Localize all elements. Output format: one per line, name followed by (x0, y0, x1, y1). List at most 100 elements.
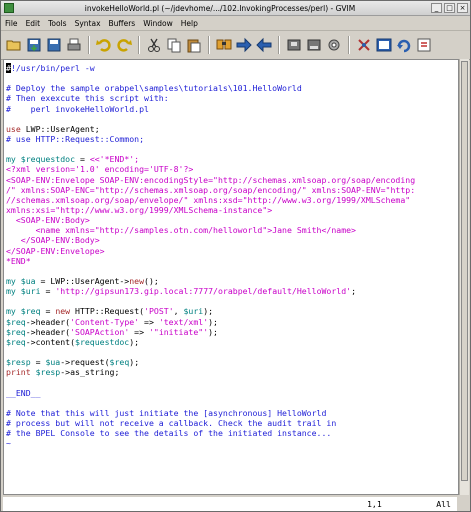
shell-icon[interactable] (375, 37, 392, 54)
code-token: <name xmlns="http://samples.otn.com/hell… (6, 225, 273, 236)
code-line: print $resp->as_string; (6, 367, 458, 377)
code-token: Jane Smith (272, 225, 322, 236)
code-line: <?xml version='1.0' encoding='UTF-8'?> (6, 164, 458, 174)
code-token: # Deploy the sample orabpel\samples\tuto… (6, 83, 302, 94)
toolbar-separator (88, 36, 90, 54)
code-buffer[interactable]: #!/usr/bin/perl -w # Deploy the sample o… (4, 60, 458, 448)
code-line: /" xmlns:SOAP-ENC="http://schemas.xmlsoa… (6, 185, 458, 195)
code-token: $req (6, 326, 26, 337)
code-line: </SOAP-ENV:Envelope> (6, 246, 458, 256)
code-token: = (30, 357, 46, 368)
menu-buffers[interactable]: Buffers (109, 19, 136, 28)
menu-file[interactable]: File (5, 19, 18, 28)
code-line: my $req = new HTTP::Request('POST', $uri… (6, 306, 458, 316)
code-line: # use HTTP::Request::Common; (6, 134, 458, 144)
maximize-button[interactable]: □ (444, 3, 455, 13)
code-line: xmlns:xsi="http://www.w3.org/1999/XMLSch… (6, 205, 458, 215)
code-line: </SOAP-ENV:Body> (6, 235, 458, 245)
code-token: # use HTTP::Request::Common; (6, 133, 145, 144)
cut-icon[interactable] (145, 37, 162, 54)
make-icon[interactable] (355, 37, 372, 54)
find-replace-icon[interactable] (215, 37, 232, 54)
code-token: use (6, 123, 21, 134)
ctags-icon[interactable] (395, 37, 412, 54)
title-bar[interactable]: invokeHelloWorld.pl (~/jdevhome/.../102.… (1, 1, 470, 16)
scroll-percent: All (436, 499, 451, 509)
load-session-icon[interactable] (285, 37, 302, 54)
code-token: => (139, 316, 159, 327)
code-token: ->request( (60, 357, 110, 368)
redo-icon[interactable] (115, 37, 132, 54)
code-line: use LWP::UserAgent; (6, 124, 458, 134)
code-token: $req (6, 336, 26, 347)
code-token: $resp (35, 367, 61, 378)
menu-help[interactable]: Help (181, 19, 198, 28)
code-token: $req (6, 316, 26, 327)
run-script-icon[interactable] (325, 37, 342, 54)
code-token: new (129, 275, 145, 286)
code-line: # Then exexcute this script with: (6, 93, 458, 103)
code-token: <SOAP-ENV:Body> (6, 215, 90, 226)
find-next-icon[interactable] (235, 37, 252, 54)
toolbar-separator (348, 36, 350, 54)
code-line: my $requestdoc = <<'*END*'; (6, 154, 458, 164)
code-line: $req->header('Content-Type' => 'text/xml… (6, 317, 458, 327)
code-line: my $ua = LWP::UserAgent->new(); (6, 276, 458, 286)
code-token: my $requestdoc (6, 154, 76, 165)
code-token: = (40, 306, 56, 317)
undo-icon[interactable] (95, 37, 112, 54)
close-button[interactable]: × (457, 3, 468, 13)
paste-icon[interactable] (185, 37, 202, 54)
help-icon[interactable] (415, 37, 432, 54)
code-line: //schemas.xmlsoap.org/soap/envelope/" xm… (6, 195, 458, 205)
code-line: ~ (6, 438, 458, 448)
print-icon[interactable] (65, 37, 82, 54)
code-token: xmlns:xsi="http://www.w3.org/1999/XMLSch… (6, 204, 273, 215)
status-line: 1,1 All (3, 497, 457, 511)
code-token: *END* (6, 255, 31, 266)
save-session-icon[interactable] (305, 37, 322, 54)
code-line: # the BPEL Console to see the details of… (6, 428, 458, 438)
code-token: LWP::UserAgent; (20, 123, 100, 134)
code-token: </SOAP-ENV:Envelope> (6, 245, 105, 256)
open-icon[interactable] (5, 37, 22, 54)
find-prev-icon[interactable] (255, 37, 272, 54)
menu-window[interactable]: Window (143, 19, 173, 28)
menu-tools[interactable]: Tools (48, 19, 66, 28)
scrollbar-thumb[interactable] (461, 61, 468, 481)
toolbar-separator (138, 36, 140, 54)
code-token: </name> (321, 225, 356, 236)
code-token: HTTP::Request( (70, 306, 145, 317)
minimize-button[interactable]: _ (431, 3, 442, 13)
save-all-icon[interactable] (45, 37, 62, 54)
code-token: <?xml version='1.0' encoding='UTF-8'?> (6, 164, 194, 175)
code-line: <SOAP-ENV:Envelope SOAP-ENV:encodingStyl… (6, 175, 458, 185)
code-token: ); (208, 316, 218, 327)
menu-edit[interactable]: Edit (26, 19, 41, 28)
code-line: # perl invokeHelloWorld.pl (6, 104, 458, 114)
text-editor[interactable]: #!/usr/bin/perl -w # Deploy the sample o… (3, 59, 459, 495)
copy-icon[interactable] (165, 37, 182, 54)
vertical-scrollbar[interactable] (459, 59, 469, 495)
menu-syntax[interactable]: Syntax (75, 19, 101, 28)
code-token: ~ (6, 438, 11, 449)
code-line: <SOAP-ENV:Body> (6, 215, 458, 225)
save-icon[interactable] (25, 37, 42, 54)
toolbar-separator (208, 36, 210, 54)
code-line: # process but will not receive a callbac… (6, 418, 458, 428)
code-token: 'http://gipsun173.gip.local:7777/orabpel… (55, 286, 352, 297)
code-token: $requestdoc (75, 336, 130, 347)
code-token: __END__ (6, 387, 41, 398)
code-line: # Note that this will just initiate the … (6, 408, 458, 418)
code-token: # Then exexcute this script with: (6, 93, 169, 104)
code-token: 'SOAPAction' (70, 326, 130, 337)
code-token: , (173, 306, 184, 317)
code-token: ); (208, 326, 218, 337)
